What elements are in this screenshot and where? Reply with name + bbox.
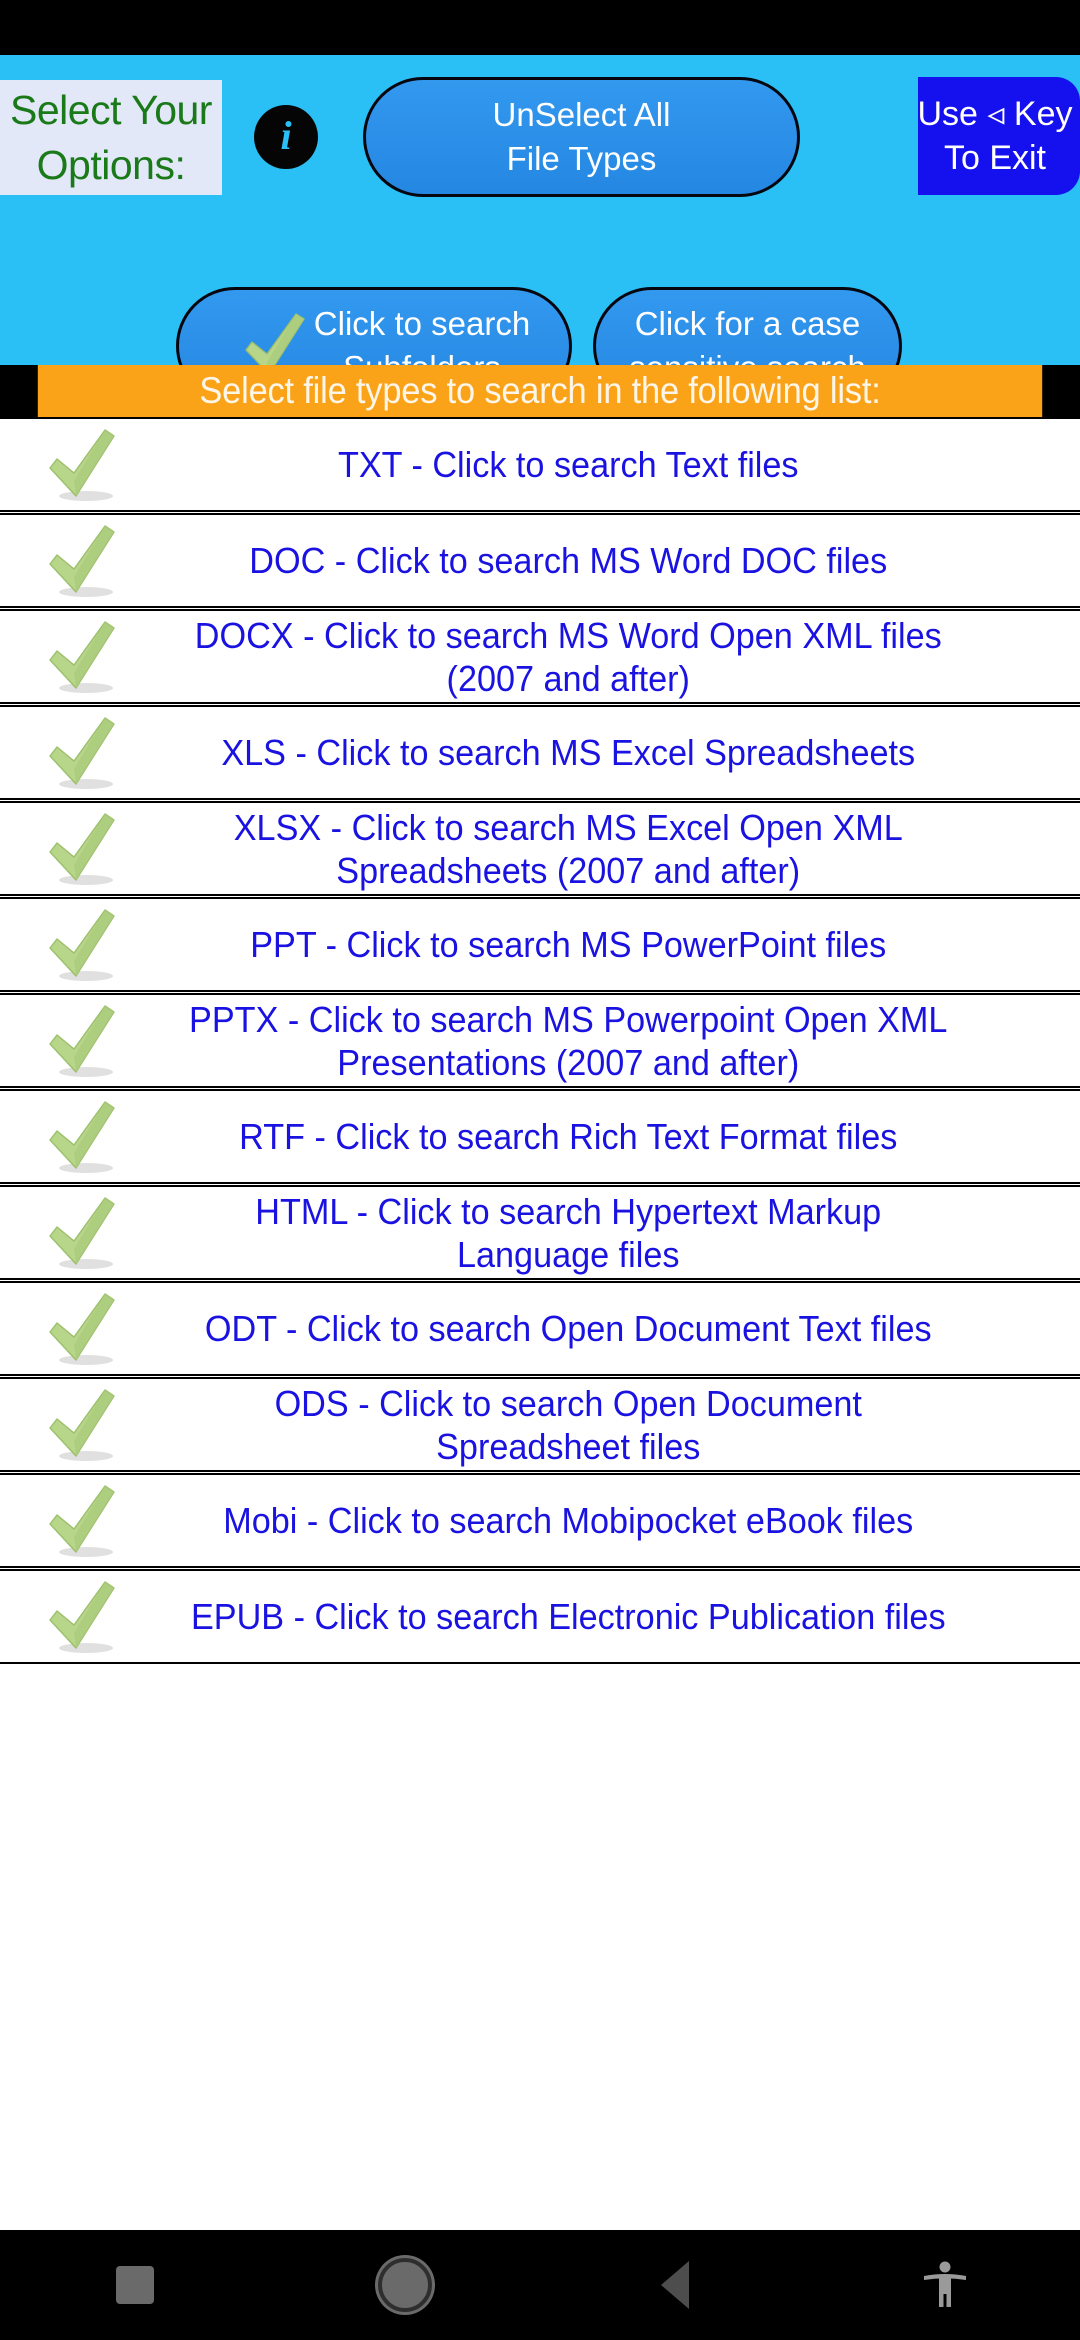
file-type-row-label: ODT - Click to search Open Document Text… <box>204 1308 932 1349</box>
file-type-row-label: ODS - Click to search Open Document Spre… <box>274 1382 862 1467</box>
unselect-all-label-line1: UnSelect All <box>492 96 671 133</box>
file-type-row-label: PPT - Click to search MS PowerPoint file… <box>250 924 887 965</box>
check-mark-icon <box>22 1194 142 1272</box>
app-header: Select Your Options: i UnSelect All File… <box>0 55 1080 405</box>
info-icon-glyph: i <box>280 113 292 158</box>
check-mark-icon <box>22 810 142 888</box>
check-mark-icon <box>22 1290 142 1368</box>
info-icon[interactable]: i <box>254 105 318 169</box>
file-type-row-label: Mobi - Click to search Mobipocket eBook … <box>223 1500 914 1541</box>
accessibility-glyph <box>924 2261 966 2307</box>
file-type-row[interactable]: PPTX - Click to search MS Powerpoint Ope… <box>0 993 1080 1088</box>
file-type-row[interactable]: ODS - Click to search Open Document Spre… <box>0 1377 1080 1472</box>
status-bar <box>0 0 1080 55</box>
file-type-row[interactable]: DOC - Click to search MS Word DOC files <box>0 513 1080 608</box>
back-triangle <box>661 2261 689 2309</box>
check-mark-icon <box>22 1002 142 1080</box>
file-type-row-label: RTF - Click to search Rich Text Format f… <box>239 1116 898 1157</box>
check-mark-icon <box>22 618 142 696</box>
home-icon[interactable] <box>270 2230 540 2340</box>
exit-hint-button[interactable]: Use ◃ Key To Exit <box>917 77 1080 195</box>
back-icon[interactable] <box>540 2230 810 2340</box>
file-type-row[interactable]: TXT - Click to search Text files <box>0 417 1080 512</box>
case-sensitive-label-line1: Click for a case <box>634 305 861 342</box>
options-label-line2: Options: <box>36 141 186 188</box>
file-type-row-label: TXT - Click to search Text files <box>337 444 799 485</box>
file-type-row[interactable]: XLS - Click to search MS Excel Spreadshe… <box>0 705 1080 800</box>
file-type-row-label: EPUB - Click to search Electronic Public… <box>190 1596 946 1637</box>
recents-square <box>116 2266 154 2304</box>
check-mark-icon <box>22 714 142 792</box>
android-nav-bar <box>0 2230 1080 2340</box>
unselect-all-file-types-button[interactable]: UnSelect All File Types <box>363 77 800 197</box>
options-label-line1: Select Your <box>10 86 212 133</box>
file-type-row-label: DOC - Click to search MS Word DOC files <box>249 540 888 581</box>
file-type-row-label: PPTX - Click to search MS Powerpoint Ope… <box>189 998 948 1083</box>
check-mark-icon <box>22 1578 142 1656</box>
list-instruction-banner: Select file types to search in the follo… <box>37 365 1043 417</box>
check-mark-icon <box>22 1482 142 1560</box>
check-mark-icon <box>22 522 142 600</box>
check-mark-icon <box>22 906 142 984</box>
file-type-row[interactable]: RTF - Click to search Rich Text Format f… <box>0 1089 1080 1184</box>
file-type-row[interactable]: PPT - Click to search MS PowerPoint file… <box>0 897 1080 992</box>
exit-label-line1: Use ◃ Key <box>917 95 1073 133</box>
home-circle <box>378 2258 432 2312</box>
check-mark-icon <box>22 1386 142 1464</box>
file-type-row[interactable]: HTML - Click to search Hypertext Markup … <box>0 1185 1080 1280</box>
exit-label-line2: To Exit <box>943 139 1047 177</box>
file-type-row-label: XLS - Click to search MS Excel Spreadshe… <box>221 732 916 773</box>
file-type-list[interactable]: TXT - Click to search Text files DOC - Cl… <box>0 417 1080 2340</box>
file-type-row[interactable]: Mobi - Click to search Mobipocket eBook … <box>0 1473 1080 1568</box>
file-type-row-label: HTML - Click to search Hypertext Markup … <box>255 1190 882 1275</box>
unselect-all-label-line2: File Types <box>506 140 657 177</box>
file-type-row-label: XLSX - Click to search MS Excel Open XML… <box>233 806 903 891</box>
accessibility-icon[interactable] <box>810 2230 1080 2340</box>
file-type-row[interactable]: XLSX - Click to search MS Excel Open XML… <box>0 801 1080 896</box>
file-type-row-label: DOCX - Click to search MS Word Open XML … <box>194 614 942 699</box>
recents-icon[interactable] <box>0 2230 270 2340</box>
check-mark-icon <box>22 1098 142 1176</box>
file-type-row[interactable]: DOCX - Click to search MS Word Open XML … <box>0 609 1080 704</box>
check-mark-icon <box>22 426 142 504</box>
subfolders-label-line1: Click to search <box>313 305 531 342</box>
file-type-row[interactable]: ODT - Click to search Open Document Text… <box>0 1281 1080 1376</box>
select-your-options-label: Select Your Options: <box>0 80 222 195</box>
file-type-row[interactable]: EPUB - Click to search Electronic Public… <box>0 1569 1080 1664</box>
